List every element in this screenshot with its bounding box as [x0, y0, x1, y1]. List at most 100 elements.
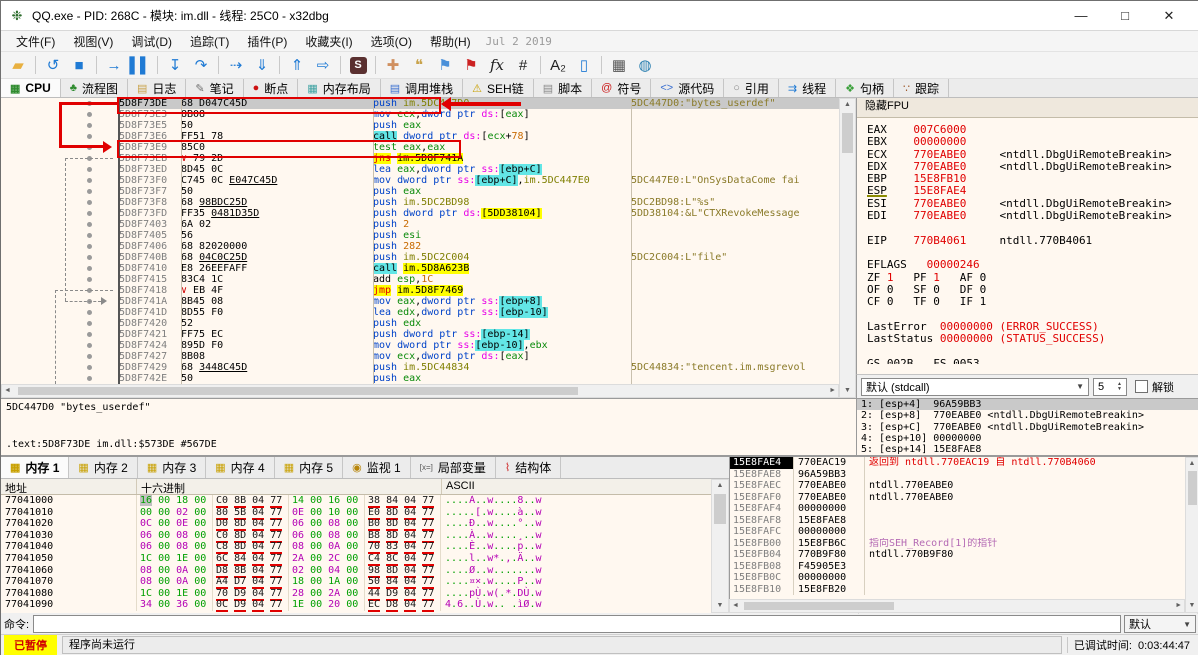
stack-pane[interactable]: 15E8FAE4 770EAC19 返回到 ntdll.770EAC19 自 ntd…	[729, 457, 1198, 613]
tab-日志[interactable]: ▤ 日志	[128, 79, 187, 97]
unlock-checkbox[interactable]	[1135, 380, 1148, 393]
registers-list[interactable]: EAX 007C6000 EBX 00000000 ECX 770EABE0 <nt…	[857, 118, 1198, 364]
close-button[interactable]: ✕	[1147, 2, 1191, 30]
command-scope-select[interactable]: 默认 ▼	[1124, 615, 1196, 633]
tab-局部变量[interactable]: [x=] 局部变量	[411, 457, 496, 478]
maximize-button[interactable]: □	[1103, 2, 1147, 30]
stack-row[interactable]: 15E8FAFC 00000000	[730, 526, 1198, 538]
tab-流程图[interactable]: ♣ 流程图	[61, 79, 128, 97]
scroll-down-icon[interactable]: ▼	[840, 385, 855, 397]
menu-item-f[interactable]: 文件(F)	[7, 33, 64, 51]
modules-icon[interactable]: ▯	[572, 54, 596, 76]
scroll-right-icon[interactable]: ►	[1175, 600, 1182, 612]
step-over-icon[interactable]: ↷	[189, 54, 213, 76]
scrollbar-thumb[interactable]	[714, 494, 726, 524]
disasm-row[interactable]: 5D8F7403 6A 02 push 2	[1, 219, 839, 230]
memory-row[interactable]: 77041090 34 00 36 00 0C D9 04 77 1E 00 20 0…	[1, 599, 711, 613]
scylla-icon[interactable]: S	[346, 54, 370, 76]
label-icon[interactable]: ⚑	[433, 54, 457, 76]
menu-item-v[interactable]: 视图(V)	[64, 33, 122, 51]
scroll-down-icon[interactable]: ▼	[1186, 600, 1198, 612]
disasm-row[interactable]: 5D8F7420 52 push edx	[1, 318, 839, 329]
argument-row[interactable]: 1: [esp+4] 96A59BB3	[857, 399, 1198, 411]
stack-vertical-scrollbar[interactable]: ▲ ▼	[1185, 457, 1198, 613]
memory-row[interactable]: 77041010 00 00 02 00 80 5B 04 77 0E 00 10 0…	[1, 506, 711, 520]
tab-符号[interactable]: @ 符号	[592, 79, 652, 97]
step-out-icon[interactable]: ⇓	[250, 54, 274, 76]
stack-row[interactable]: 15E8FAEC 770EABE0 ntdll.770EABE0	[730, 480, 1198, 492]
globe-icon[interactable]: ◍	[633, 54, 657, 76]
disasm-row[interactable]: 5D8F73F0 C745 0C E047C45D mov dword ptr ss…	[1, 175, 839, 186]
command-input[interactable]	[33, 615, 1121, 633]
scrollbar-thumb[interactable]	[744, 602, 894, 610]
scroll-up-icon[interactable]: ▲	[840, 99, 855, 111]
tab-笔记[interactable]: ✎ 笔记	[186, 79, 244, 97]
memory-row[interactable]: 77041040 06 00 08 00 C8 8D 04 77 08 00 0A 0…	[1, 541, 711, 555]
memory-row[interactable]: 77041030 06 00 08 00 C0 8D 04 77 06 00 08 0…	[1, 529, 711, 543]
patches-icon[interactable]: ✚	[381, 54, 405, 76]
stack-horizontal-scrollbar[interactable]: ◄ ►	[729, 599, 1185, 613]
disasm-row[interactable]: 5D8F73E5 50 push eax	[1, 120, 839, 131]
disasm-vertical-scrollbar[interactable]: ▲ ▼	[839, 98, 856, 398]
open-file-icon[interactable]: ▰	[6, 54, 30, 76]
minimize-button[interactable]: —	[1059, 2, 1103, 30]
tab-断点[interactable]: ● 断点	[244, 79, 299, 97]
stepper-arrows-icon[interactable]: ▲ ▼	[1117, 381, 1122, 392]
argument-row[interactable]: 4: [esp+10] 00000000	[857, 433, 1198, 444]
tab-引用[interactable]: ○ 引用	[724, 79, 779, 97]
tab-内存 4[interactable]: ▦ 内存 4	[206, 457, 275, 478]
stack-row[interactable]: 15E8FB00 15E8FB6C 指向SEH_Record[1]的指针	[730, 537, 1198, 549]
tab-内存 5[interactable]: ▦ 内存 5	[275, 457, 344, 478]
memory-row[interactable]: 77041070 08 00 0A 00 A4 D7 04 77 18 00 1A 0…	[1, 576, 711, 590]
stop-icon[interactable]: ■	[67, 54, 91, 76]
stack-row[interactable]: 15E8FAE8 96A59BB3	[730, 468, 1198, 480]
tab-内存 3[interactable]: ▦ 内存 3	[138, 457, 207, 478]
memory-row[interactable]: 77041060 08 00 0A 00 D8 8B 04 77 02 00 04 0…	[1, 564, 711, 578]
menu-item-h[interactable]: 帮助(H)	[421, 33, 480, 51]
pause-icon[interactable]: ▌▌	[128, 54, 152, 76]
scrollbar-thumb[interactable]	[1188, 471, 1197, 505]
stack-row[interactable]: 15E8FAF4 00000000	[730, 503, 1198, 515]
memory-row[interactable]: 77041000 16 00 18 00 C0 8B 04 77 14 00 16 0…	[1, 495, 711, 508]
stack-row[interactable]: 15E8FAF8 15E8FAE8	[730, 514, 1198, 526]
disasm-row[interactable]: 5D8F741D 8D55 F0 lea edx,dword ptr ss:[ebp…	[1, 307, 839, 318]
memory-row[interactable]: 77041080 1C 00 1E 00 70 D9 04 77 28 00 2A 0…	[1, 587, 711, 601]
disasm-row[interactable]: 5D8F7429 68 3448C45D push im.5DC44834 5DC44…	[1, 362, 839, 373]
menu-item-d[interactable]: 调试(D)	[122, 33, 181, 51]
function-icon[interactable]: fx	[485, 54, 509, 76]
tab-句柄[interactable]: ❖ 句柄	[836, 79, 894, 97]
restart-icon[interactable]: ↺	[41, 54, 65, 76]
scroll-left-icon[interactable]: ◄	[4, 385, 11, 397]
argument-count-stepper[interactable]: 5 ▲ ▼	[1093, 377, 1127, 396]
disasm-row[interactable]: 5D8F7410 E8 26EEFAFF call im.5D8A623B	[1, 263, 839, 274]
disasm-row[interactable]: 5D8F7418 ∨ EB 4F jmp im.5D8F7469	[1, 285, 839, 296]
menu-item-i[interactable]: 收藏夹(I)	[296, 33, 361, 51]
az-icon[interactable]: A₂	[546, 54, 570, 76]
scroll-up-icon[interactable]: ▲	[712, 480, 728, 492]
tab-内存布局[interactable]: ▦ 内存布局	[298, 79, 381, 97]
disasm-row[interactable]: 5D8F742E 50 push eax	[1, 373, 839, 384]
disasm-row[interactable]: 5D8F7406 68 82020000 push 282	[1, 241, 839, 252]
stack-row[interactable]: 15E8FB0C 00000000	[730, 572, 1198, 584]
tab-CPU[interactable]: ▦ CPU	[1, 79, 61, 97]
calculator-icon[interactable]: ▦	[607, 54, 631, 76]
tab-脚本[interactable]: ▤ 脚本	[534, 79, 593, 97]
disasm-row[interactable]: 5D8F741A 8B45 08 mov eax,dword ptr ss:[ebp…	[1, 296, 839, 307]
scrollbar-thumb[interactable]	[18, 387, 578, 395]
tab-内存 1[interactable]: ▦ 内存 1	[1, 457, 70, 478]
run-icon[interactable]: →	[102, 54, 126, 76]
stack-row[interactable]: 15E8FB08 F45905E3	[730, 560, 1198, 572]
scrollbar-thumb[interactable]	[842, 113, 853, 153]
memory-vertical-scrollbar[interactable]: ▲ ▼	[711, 479, 729, 613]
scroll-right-icon[interactable]: ►	[829, 385, 836, 397]
tab-线程[interactable]: ⇉ 线程	[779, 79, 837, 97]
arguments-pane[interactable]: 1: [esp+4] 96A59BB3 2: [esp+8] 770EABE0 <…	[856, 398, 1198, 456]
tab-内存 2[interactable]: ▦ 内存 2	[69, 457, 138, 478]
tab-监视 1[interactable]: ◉ 监视 1	[343, 457, 411, 478]
tab-结构体[interactable]: ⌇ 结构体	[496, 457, 562, 478]
disasm-row[interactable]: 5D8F73ED 8D45 0C lea eax,dword ptr ss:[ebp…	[1, 164, 839, 175]
scroll-up-icon[interactable]: ▲	[1186, 458, 1198, 470]
stack-row[interactable]: 15E8FAE4 770EAC19 返回到 ntdll.770EAC19 自 ntd…	[730, 457, 1198, 469]
argument-row[interactable]: 5: [esp+14] 15E8FAE8	[857, 444, 1198, 455]
run-until-return-icon[interactable]: ⇑	[285, 54, 309, 76]
